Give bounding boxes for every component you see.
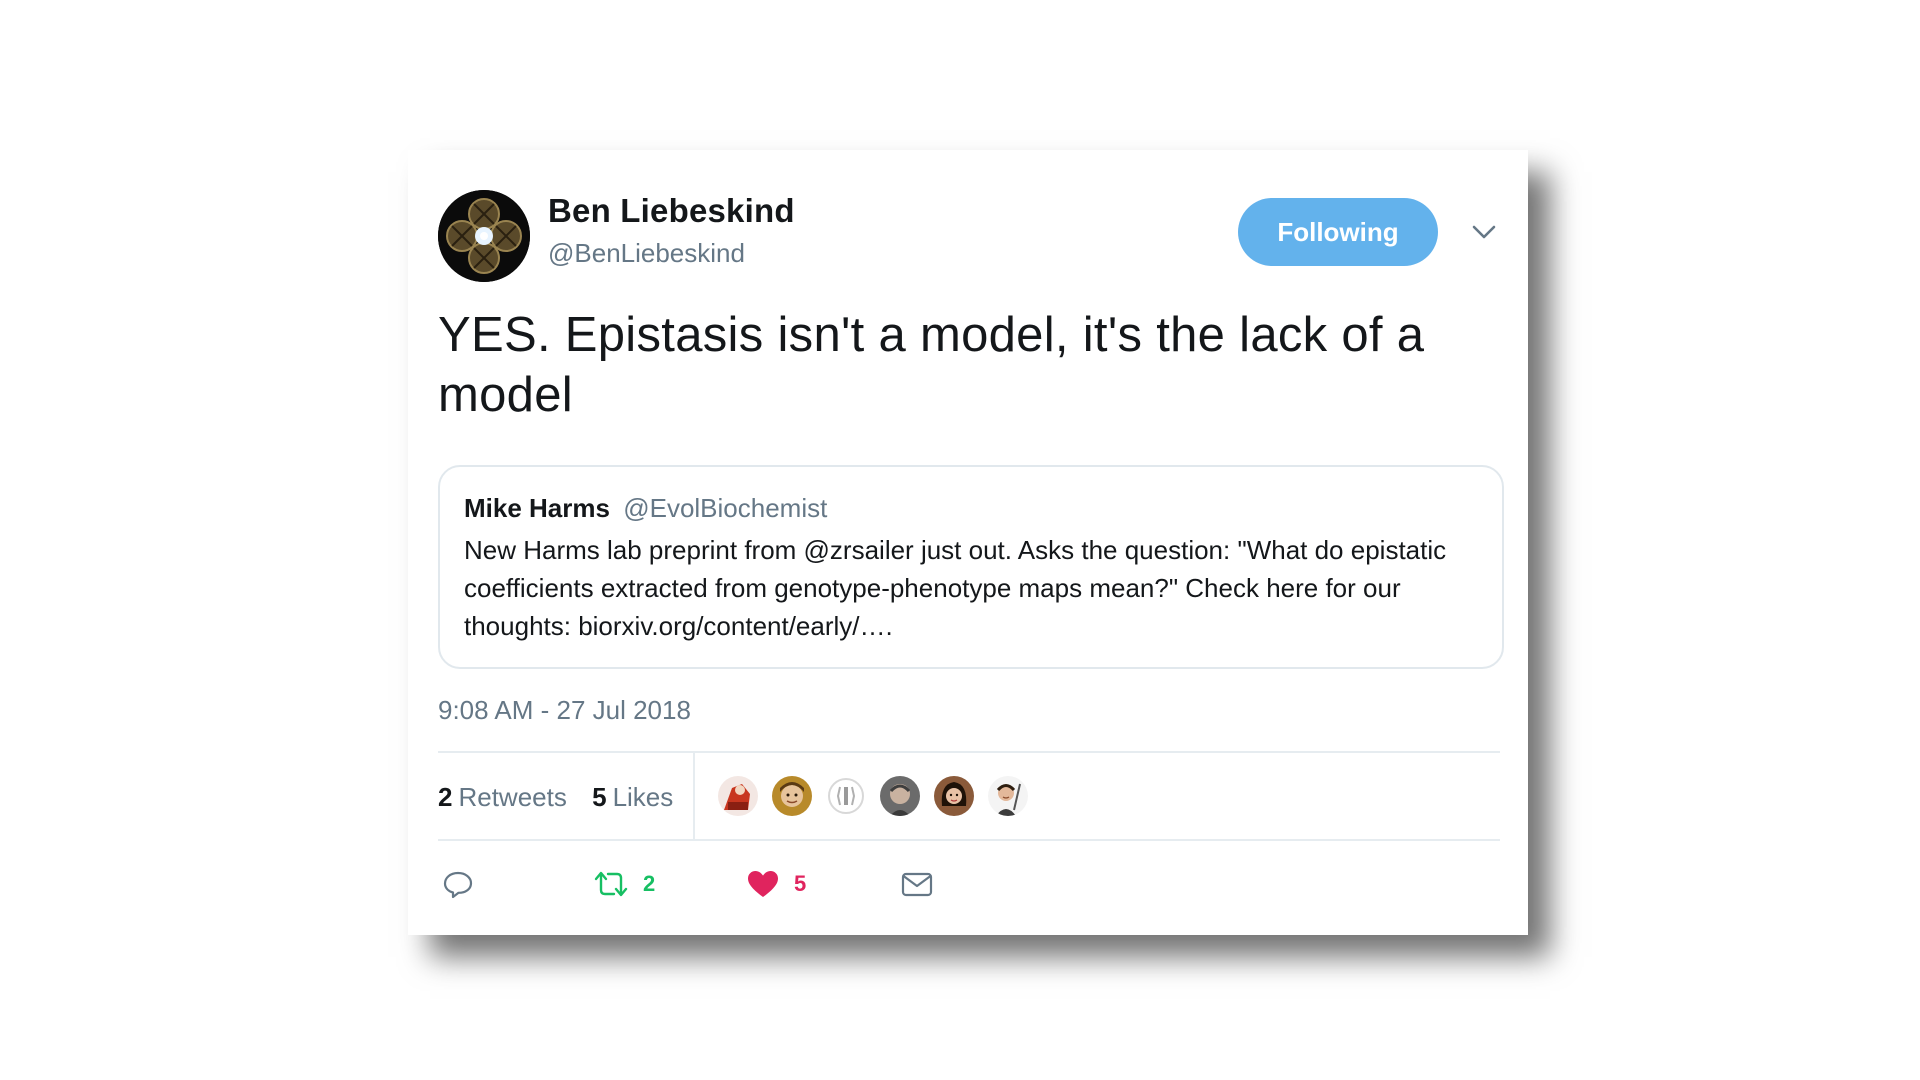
likes-count: 5 (592, 782, 607, 812)
reply-button[interactable] (442, 864, 474, 904)
envelope-icon (901, 872, 933, 897)
quoted-tweet-header: Mike Harms @EvolBiochemist (464, 493, 827, 524)
retweets-count: 2 (438, 782, 453, 812)
quoted-author-name: Mike Harms (464, 493, 610, 523)
retweet-icon (594, 871, 628, 897)
tweet-stats: 2 Retweets 5 Likes (438, 782, 673, 813)
liker-avatar[interactable] (824, 774, 868, 818)
avatar-icon (772, 776, 812, 816)
liker-avatar[interactable] (986, 774, 1030, 818)
avatar-icon (988, 776, 1028, 816)
liker-avatar[interactable] (770, 774, 814, 818)
author-avatar[interactable] (438, 190, 530, 282)
retweets-label: Retweets (458, 782, 567, 812)
avatar-icon (880, 776, 920, 816)
tweet-card: Ben Liebeskind @BenLiebeskind Following … (408, 150, 1528, 935)
quoted-tweet-text: New Harms lab preprint from @zrsailer ju… (464, 535, 1447, 641)
divider (438, 839, 1500, 841)
chevron-down-icon[interactable] (1470, 220, 1498, 244)
liker-avatar[interactable] (716, 774, 760, 818)
author-handle[interactable]: @BenLiebeskind (548, 238, 745, 269)
liker-avatars (716, 774, 1040, 818)
following-button[interactable]: Following (1238, 198, 1438, 266)
likes-label: Likes (612, 782, 674, 812)
avatar-icon (826, 776, 866, 816)
divider (438, 751, 1500, 753)
direct-message-button[interactable] (900, 864, 934, 904)
liker-avatar[interactable] (932, 774, 976, 818)
liker-avatar[interactable] (878, 774, 922, 818)
like-count: 5 (794, 871, 807, 896)
tweet-text: YES. Epistasis isn't a model, it's the l… (438, 308, 1425, 422)
avatar-icon (718, 776, 758, 816)
heart-icon (748, 871, 778, 897)
retweet-button[interactable]: 2 (593, 864, 655, 904)
retweets-stat[interactable]: 2 Retweets (438, 782, 567, 812)
reply-icon (443, 871, 473, 899)
avatar-icon (438, 190, 530, 282)
likes-stat[interactable]: 5 Likes (592, 782, 673, 812)
avatar-icon (934, 776, 974, 816)
quoted-tweet[interactable]: Mike Harms @EvolBiochemist New Harms lab… (438, 465, 1504, 669)
quoted-author-handle: @EvolBiochemist (623, 493, 828, 523)
author-name[interactable]: Ben Liebeskind (548, 192, 795, 230)
stats-separator (693, 753, 695, 839)
retweet-count: 2 (643, 871, 656, 896)
like-button[interactable]: 5 (746, 864, 806, 904)
tweet-timestamp[interactable]: 9:08 AM - 27 Jul 2018 (438, 695, 691, 726)
